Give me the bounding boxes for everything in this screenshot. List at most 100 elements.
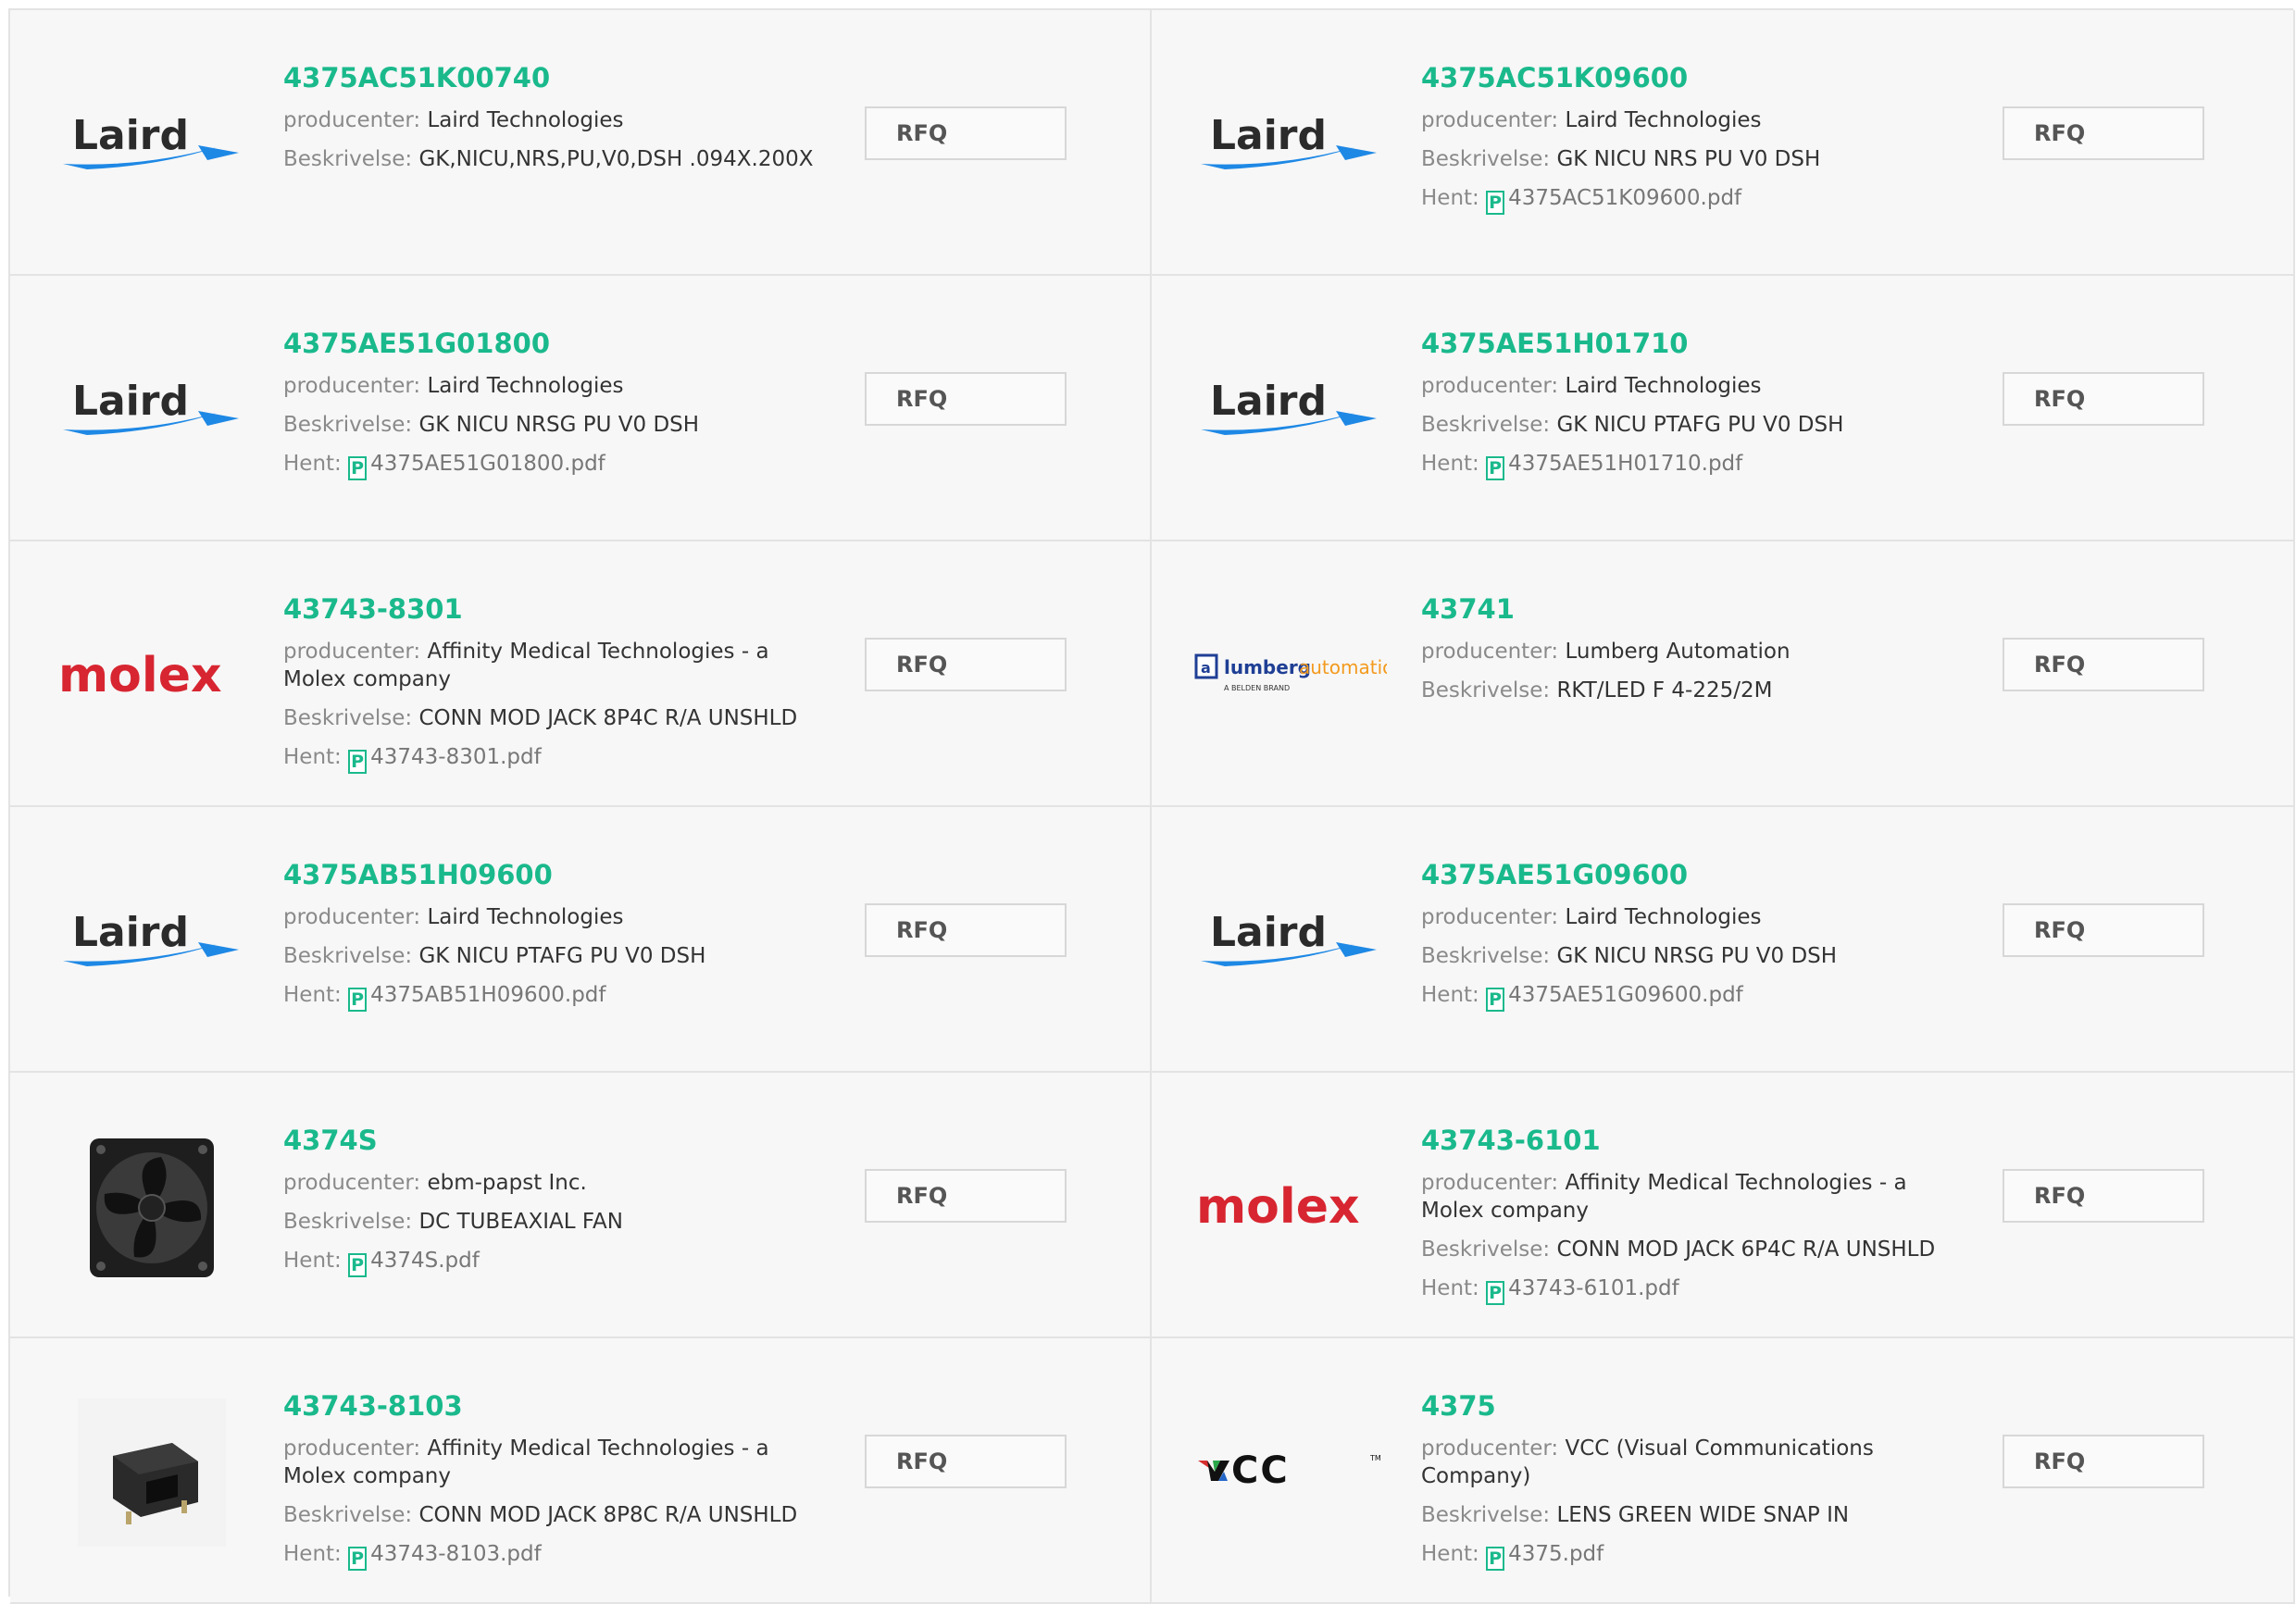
part-number-link[interactable]: 4375AB51H09600	[283, 857, 820, 892]
download-label: Hent:	[1421, 186, 1479, 210]
lumberg-wordmark: lumberg	[1224, 656, 1311, 678]
laird-logo: Laird	[62, 112, 239, 169]
manufacturer-row: producenter: Laird Technologies	[283, 372, 820, 400]
part-number-link[interactable]: 4375AE51G01800	[283, 326, 820, 361]
download-row: Hent: P 4375AB51H09600.pdf	[283, 981, 820, 1012]
product-info: 4375AE51G09600 producenter: Laird Techno…	[1421, 857, 1958, 1023]
manufacturer-row: producenter: Laird Technologies	[283, 903, 820, 931]
product-info: 4375AB51H09600 producenter: Laird Techno…	[283, 857, 820, 1023]
manufacturer-label: producenter:	[283, 374, 421, 398]
product-info: 4375 producenter: VCC (Visual Communicat…	[1421, 1388, 1958, 1582]
pdf-icon[interactable]: P	[348, 1547, 368, 1571]
part-number-link[interactable]: 43743-6101	[1421, 1123, 1958, 1158]
product-info: 4375AE51G01800 producenter: Laird Techno…	[283, 326, 820, 491]
laird-arrow-icon	[197, 411, 239, 426]
download-row: Hent: P 4375AE51H01710.pdf	[1421, 450, 1958, 480]
rfq-button[interactable]: RFQ	[2003, 638, 2204, 691]
datasheet-link[interactable]: 4375AB51H09600.pdf	[370, 983, 605, 1007]
rfq-button[interactable]: RFQ	[2003, 1435, 2204, 1488]
pdf-icon[interactable]: P	[1486, 988, 1505, 1012]
jack-product-image	[77, 1399, 226, 1547]
download-row: Hent: P 43743-8103.pdf	[283, 1540, 820, 1571]
manufacturer-name: Laird Technologies	[1565, 905, 1762, 929]
part-number-link[interactable]: 4375AE51H01710	[1421, 326, 1958, 361]
product-info: 43743-8103 producenter: Affinity Medical…	[283, 1388, 820, 1582]
description-label: Beskrivelse:	[1421, 413, 1551, 437]
product-info: 4375AC51K09600 producenter: Laird Techno…	[1421, 60, 1958, 226]
datasheet-link[interactable]: 4375AC51K09600.pdf	[1508, 186, 1741, 210]
datasheet-link[interactable]: 4375AE51G09600.pdf	[1508, 983, 1743, 1007]
manufacturer-row: producenter: Affinity Medical Technologi…	[1421, 1169, 1958, 1225]
rfq-button[interactable]: RFQ	[2003, 372, 2204, 426]
description-label: Beskrivelse:	[283, 413, 413, 437]
description-label: Beskrivelse:	[1421, 147, 1551, 171]
manufacturer-name: Laird Technologies	[1565, 374, 1762, 398]
product-info: 43741 producenter: Lumberg Automation Be…	[1421, 591, 1958, 715]
manufacturer-label: producenter:	[1421, 905, 1559, 929]
part-number-link[interactable]: 4375AC51K09600	[1421, 60, 1958, 95]
datasheet-link[interactable]: 43743-8301.pdf	[370, 745, 542, 769]
rfq-button[interactable]: RFQ	[865, 106, 1067, 160]
laird-logo: Laird	[62, 909, 239, 966]
molex-logo: molex	[58, 648, 222, 703]
description-text: LENS GREEN WIDE SNAP IN	[1556, 1503, 1850, 1527]
datasheet-link[interactable]: 43743-6101.pdf	[1508, 1276, 1679, 1300]
rfq-button[interactable]: RFQ	[865, 372, 1067, 426]
rfq-button[interactable]: RFQ	[865, 638, 1067, 691]
manufacturer-row: producenter: ebm-papst Inc.	[283, 1169, 820, 1197]
manufacturer-label: producenter:	[283, 905, 421, 929]
rfq-button[interactable]: RFQ	[2003, 1169, 2204, 1223]
part-number-link[interactable]: 4375AE51G09600	[1421, 857, 1958, 892]
laird-logo: Laird	[1200, 909, 1377, 966]
part-number-link[interactable]: 4375	[1421, 1388, 1958, 1424]
datasheet-link[interactable]: 43743-8103.pdf	[370, 1542, 542, 1566]
product-info: 43743-8301 producenter: Affinity Medical…	[283, 591, 820, 785]
part-number-link[interactable]: 43743-8103	[283, 1388, 820, 1424]
description-text: GK,NICU,NRS,PU,V0,DSH .094X.200X	[418, 147, 814, 171]
manufacturer-logo: Laird	[1190, 863, 1389, 1020]
datasheet-link[interactable]: 4374S.pdf	[370, 1249, 480, 1273]
pdf-icon[interactable]: P	[348, 456, 368, 480]
rfq-button[interactable]: RFQ	[865, 903, 1067, 957]
rfq-button[interactable]: RFQ	[2003, 106, 2204, 160]
manufacturer-logo: CC TM	[1190, 1394, 1389, 1551]
download-label: Hent:	[1421, 1542, 1479, 1566]
pdf-icon[interactable]: P	[1486, 1547, 1505, 1571]
pdf-icon[interactable]: P	[348, 988, 368, 1012]
part-number-link[interactable]: 43743-8301	[283, 591, 820, 627]
description-label: Beskrivelse:	[283, 706, 413, 730]
pdf-icon[interactable]: P	[348, 750, 368, 774]
laird-arrow-icon	[1335, 145, 1377, 160]
manufacturer-label: producenter:	[283, 1171, 421, 1195]
manufacturer-label: producenter:	[1421, 640, 1559, 664]
download-row: Hent: P 4375AE51G09600.pdf	[1421, 981, 1958, 1012]
pdf-icon[interactable]: P	[1486, 1281, 1505, 1305]
rfq-button[interactable]: RFQ	[865, 1169, 1067, 1223]
product-card-2: Laird 4375AC51K09600 producenter: Laird …	[1152, 10, 2295, 276]
part-number-link[interactable]: 4375AC51K00740	[283, 60, 820, 95]
rfq-button[interactable]: RFQ	[2003, 903, 2204, 957]
description-label: Beskrivelse:	[283, 1503, 413, 1527]
description-label: Beskrivelse:	[283, 147, 413, 171]
manufacturer-label: producenter:	[283, 1436, 421, 1461]
datasheet-link[interactable]: 4375.pdf	[1508, 1542, 1603, 1566]
description-text: RKT/LED F 4-225/2M	[1556, 678, 1773, 703]
datasheet-link[interactable]: 4375AE51G01800.pdf	[370, 452, 605, 476]
part-number-link[interactable]: 4374S	[283, 1123, 820, 1158]
manufacturer-row: producenter: Laird Technologies	[1421, 106, 1958, 134]
manufacturer-label: producenter:	[1421, 1171, 1559, 1195]
download-label: Hent:	[1421, 983, 1479, 1007]
pdf-icon[interactable]: P	[1486, 456, 1505, 480]
pdf-icon[interactable]: P	[1486, 191, 1505, 215]
rfq-button[interactable]: RFQ	[865, 1435, 1067, 1488]
part-number-link[interactable]: 43741	[1421, 591, 1958, 627]
pdf-icon[interactable]: P	[348, 1253, 368, 1277]
manufacturer-logo: Laird	[1190, 66, 1389, 223]
datasheet-link[interactable]: 4375AE51H01710.pdf	[1508, 452, 1742, 476]
description-text: GK NICU PTAFG PU V0 DSH	[418, 944, 706, 968]
product-info: 4375AE51H01710 producenter: Laird Techno…	[1421, 326, 1958, 491]
manufacturer-label: producenter:	[283, 108, 421, 132]
manufacturer-logo: Laird	[52, 66, 251, 223]
jack-pin-left	[125, 1511, 131, 1524]
product-grid: Laird 4375AC51K00740 producenter: Laird …	[8, 8, 2295, 1604]
